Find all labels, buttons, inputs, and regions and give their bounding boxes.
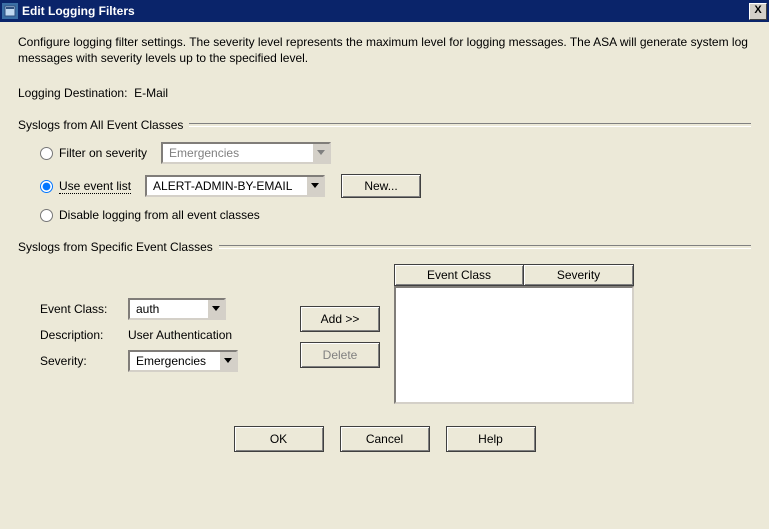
group-all-header: Syslogs from All Event Classes xyxy=(18,118,751,132)
severity-select-all-value: Emergencies xyxy=(163,146,312,160)
dialog-button-bar: OK Cancel Help xyxy=(18,426,751,452)
group-specific-header: Syslogs from Specific Event Classes xyxy=(18,240,751,254)
description-text: Configure logging filter settings. The s… xyxy=(18,34,751,66)
radio-filter-on-severity[interactable]: Filter on severity xyxy=(40,146,147,160)
group-specific-title: Syslogs from Specific Event Classes xyxy=(18,240,213,254)
event-class-select-value: auth xyxy=(130,302,207,316)
event-class-label: Event Class: xyxy=(40,302,128,316)
event-list-select[interactable]: ALERT-ADMIN-BY-EMAIL xyxy=(145,175,325,197)
severity-select-specific-value: Emergencies xyxy=(130,354,219,368)
logging-destination-value: E-Mail xyxy=(134,86,168,100)
add-button[interactable]: Add >> xyxy=(300,306,380,332)
radio-disable-logging-label: Disable logging from all event classes xyxy=(59,208,260,222)
app-icon xyxy=(2,3,18,19)
divider-line xyxy=(219,245,751,249)
radio-filter-on-severity-input[interactable] xyxy=(40,147,53,160)
window-title: Edit Logging Filters xyxy=(22,4,749,18)
chevron-down-icon xyxy=(312,144,329,162)
radio-use-event-list-label: Use event list xyxy=(59,179,131,194)
cancel-button[interactable]: Cancel xyxy=(340,426,430,452)
chevron-down-icon[interactable] xyxy=(207,300,224,318)
delete-button: Delete xyxy=(300,342,380,368)
radio-disable-logging[interactable]: Disable logging from all event classes xyxy=(40,208,260,222)
title-bar: Edit Logging Filters X xyxy=(0,0,769,22)
table-header-event-class[interactable]: Event Class xyxy=(394,264,524,286)
help-button[interactable]: Help xyxy=(446,426,536,452)
event-class-select[interactable]: auth xyxy=(128,298,226,320)
group-all-title: Syslogs from All Event Classes xyxy=(18,118,183,132)
description-value: User Authentication xyxy=(128,328,232,342)
radio-use-event-list-input[interactable] xyxy=(40,180,53,193)
description-label: Description: xyxy=(40,328,128,342)
table-header: Event Class Severity xyxy=(394,264,751,286)
severity-select-specific[interactable]: Emergencies xyxy=(128,350,238,372)
severity-select-all: Emergencies xyxy=(161,142,331,164)
chevron-down-icon[interactable] xyxy=(219,352,236,370)
radio-disable-logging-input[interactable] xyxy=(40,209,53,222)
radio-use-event-list[interactable]: Use event list xyxy=(40,179,131,194)
radio-filter-on-severity-label: Filter on severity xyxy=(59,146,147,160)
event-list-select-value: ALERT-ADMIN-BY-EMAIL xyxy=(147,179,306,193)
table-body[interactable] xyxy=(394,286,634,404)
logging-destination-row: Logging Destination: E-Mail xyxy=(18,86,751,100)
close-button[interactable]: X xyxy=(749,3,767,20)
table-header-severity[interactable]: Severity xyxy=(524,264,634,286)
severity-label: Severity: xyxy=(40,354,128,368)
logging-destination-label: Logging Destination: xyxy=(18,86,127,100)
ok-button[interactable]: OK xyxy=(234,426,324,452)
divider-line xyxy=(189,123,751,127)
new-button[interactable]: New... xyxy=(341,174,421,198)
chevron-down-icon[interactable] xyxy=(306,177,323,195)
